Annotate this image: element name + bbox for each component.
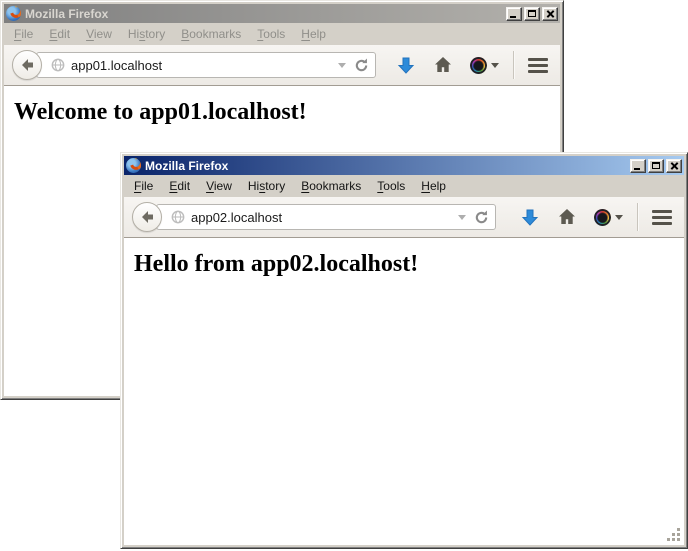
home-icon bbox=[433, 55, 453, 75]
download-button[interactable] bbox=[520, 207, 540, 227]
firefox-logo-icon bbox=[126, 158, 141, 173]
url-text: app02.localhost bbox=[191, 210, 454, 225]
minimize-button[interactable] bbox=[630, 159, 646, 173]
title-bar[interactable]: Mozilla Firefox bbox=[4, 4, 560, 23]
menu-item-bookmarks[interactable]: Bookmarks bbox=[293, 177, 369, 195]
menu-item-bookmarks[interactable]: Bookmarks bbox=[173, 25, 249, 43]
url-bar[interactable]: app01.localhost bbox=[36, 52, 376, 78]
chevron-down-icon bbox=[615, 215, 623, 220]
url-bar[interactable]: app02.localhost bbox=[156, 204, 496, 230]
firefox-logo-icon bbox=[6, 6, 21, 21]
home-button[interactable] bbox=[557, 207, 577, 227]
toolbar-icons bbox=[379, 51, 548, 79]
globe-icon bbox=[51, 58, 65, 72]
menu-item-edit[interactable]: Edit bbox=[161, 177, 198, 195]
back-button[interactable] bbox=[132, 202, 162, 232]
reload-button[interactable] bbox=[474, 210, 489, 225]
page-heading: Welcome to app01.localhost! bbox=[14, 99, 560, 126]
title-bar[interactable]: Mozilla Firefox bbox=[124, 156, 684, 175]
menu-item-help[interactable]: Help bbox=[293, 25, 334, 43]
toolbar-icons bbox=[503, 203, 672, 231]
home-icon bbox=[557, 207, 577, 227]
chevron-down-icon bbox=[491, 63, 499, 68]
close-button[interactable] bbox=[666, 159, 682, 173]
menu-item-view[interactable]: View bbox=[78, 25, 120, 43]
resize-grip[interactable] bbox=[667, 528, 681, 542]
download-button[interactable] bbox=[396, 55, 416, 75]
reload-button[interactable] bbox=[354, 58, 369, 73]
menu-item-help[interactable]: Help bbox=[413, 177, 454, 195]
urlbar-dropdown-icon[interactable] bbox=[458, 215, 466, 220]
firefox-window-app02: Mozilla Firefox FileEditViewHistoryBookm… bbox=[120, 152, 688, 549]
toolbar-separator bbox=[637, 203, 638, 231]
menu-item-file[interactable]: File bbox=[6, 25, 41, 43]
color-wheel-icon bbox=[594, 209, 611, 226]
menu-button[interactable] bbox=[652, 210, 672, 225]
menu-item-view[interactable]: View bbox=[198, 177, 240, 195]
menu-item-history[interactable]: History bbox=[120, 25, 173, 43]
back-arrow-icon bbox=[139, 209, 155, 225]
maximize-button[interactable] bbox=[524, 7, 540, 21]
menu-button[interactable] bbox=[528, 58, 548, 73]
menu-item-tools[interactable]: Tools bbox=[369, 177, 413, 195]
window-title: Mozilla Firefox bbox=[145, 159, 228, 173]
globe-icon bbox=[171, 210, 185, 224]
back-button[interactable] bbox=[12, 50, 42, 80]
minimize-button[interactable] bbox=[506, 7, 522, 21]
page-heading: Hello from app02.localhost! bbox=[134, 251, 684, 278]
window-title: Mozilla Firefox bbox=[25, 7, 108, 21]
navigation-toolbar: app02.localhost bbox=[124, 197, 684, 238]
page-content: Hello from app02.localhost! bbox=[124, 238, 684, 545]
close-button[interactable] bbox=[542, 7, 558, 21]
menu-item-tools[interactable]: Tools bbox=[249, 25, 293, 43]
menu-bar: FileEditViewHistoryBookmarksToolsHelp bbox=[4, 23, 560, 45]
window-controls bbox=[506, 7, 558, 21]
urlbar-dropdown-icon[interactable] bbox=[338, 63, 346, 68]
window-controls bbox=[630, 159, 682, 173]
maximize-button[interactable] bbox=[648, 159, 664, 173]
menu-item-history[interactable]: History bbox=[240, 177, 293, 195]
download-icon bbox=[520, 207, 540, 227]
addon-button[interactable] bbox=[594, 209, 623, 226]
back-arrow-icon bbox=[19, 57, 35, 73]
url-text: app01.localhost bbox=[71, 58, 334, 73]
navigation-toolbar: app01.localhost bbox=[4, 45, 560, 86]
color-wheel-icon bbox=[470, 57, 487, 74]
menu-item-file[interactable]: File bbox=[126, 177, 161, 195]
home-button[interactable] bbox=[433, 55, 453, 75]
download-icon bbox=[396, 55, 416, 75]
addon-button[interactable] bbox=[470, 57, 499, 74]
toolbar-separator bbox=[513, 51, 514, 79]
menu-item-edit[interactable]: Edit bbox=[41, 25, 78, 43]
menu-bar: FileEditViewHistoryBookmarksToolsHelp bbox=[124, 175, 684, 197]
